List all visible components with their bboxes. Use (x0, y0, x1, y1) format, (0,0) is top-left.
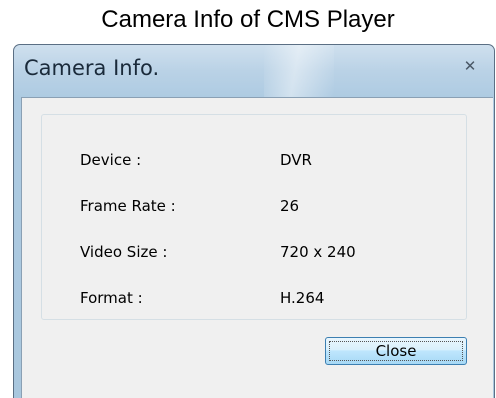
camera-info-group: Device : DVR Frame Rate : 26 Video Size … (41, 114, 467, 320)
frame-rate-value: 26 (280, 197, 300, 215)
device-label: Device : (80, 151, 142, 169)
video-size-label: Video Size : (80, 243, 168, 261)
frame-rate-row: Frame Rate : 26 (42, 195, 466, 217)
close-button-label: Close (375, 342, 417, 360)
camera-info-dialog: Camera Info. ✕ Device : DVR Frame Rate :… (13, 44, 495, 398)
title-bar[interactable]: Camera Info. ✕ (14, 45, 494, 97)
format-row: Format : H.264 (42, 287, 466, 309)
format-value: H.264 (280, 289, 325, 307)
dialog-title: Camera Info. (24, 56, 160, 80)
figure-caption: Camera Info of CMS Player (101, 6, 395, 33)
close-button[interactable]: Close (325, 337, 467, 365)
format-label: Format : (80, 289, 143, 307)
device-value: DVR (280, 151, 312, 169)
video-size-value: 720 x 240 (280, 243, 356, 261)
close-icon[interactable]: ✕ (460, 57, 480, 75)
device-row: Device : DVR (42, 149, 466, 171)
video-size-row: Video Size : 720 x 240 (42, 241, 466, 263)
frame-rate-label: Frame Rate : (80, 197, 176, 215)
dialog-client-area: Device : DVR Frame Rate : 26 Video Size … (21, 97, 493, 398)
